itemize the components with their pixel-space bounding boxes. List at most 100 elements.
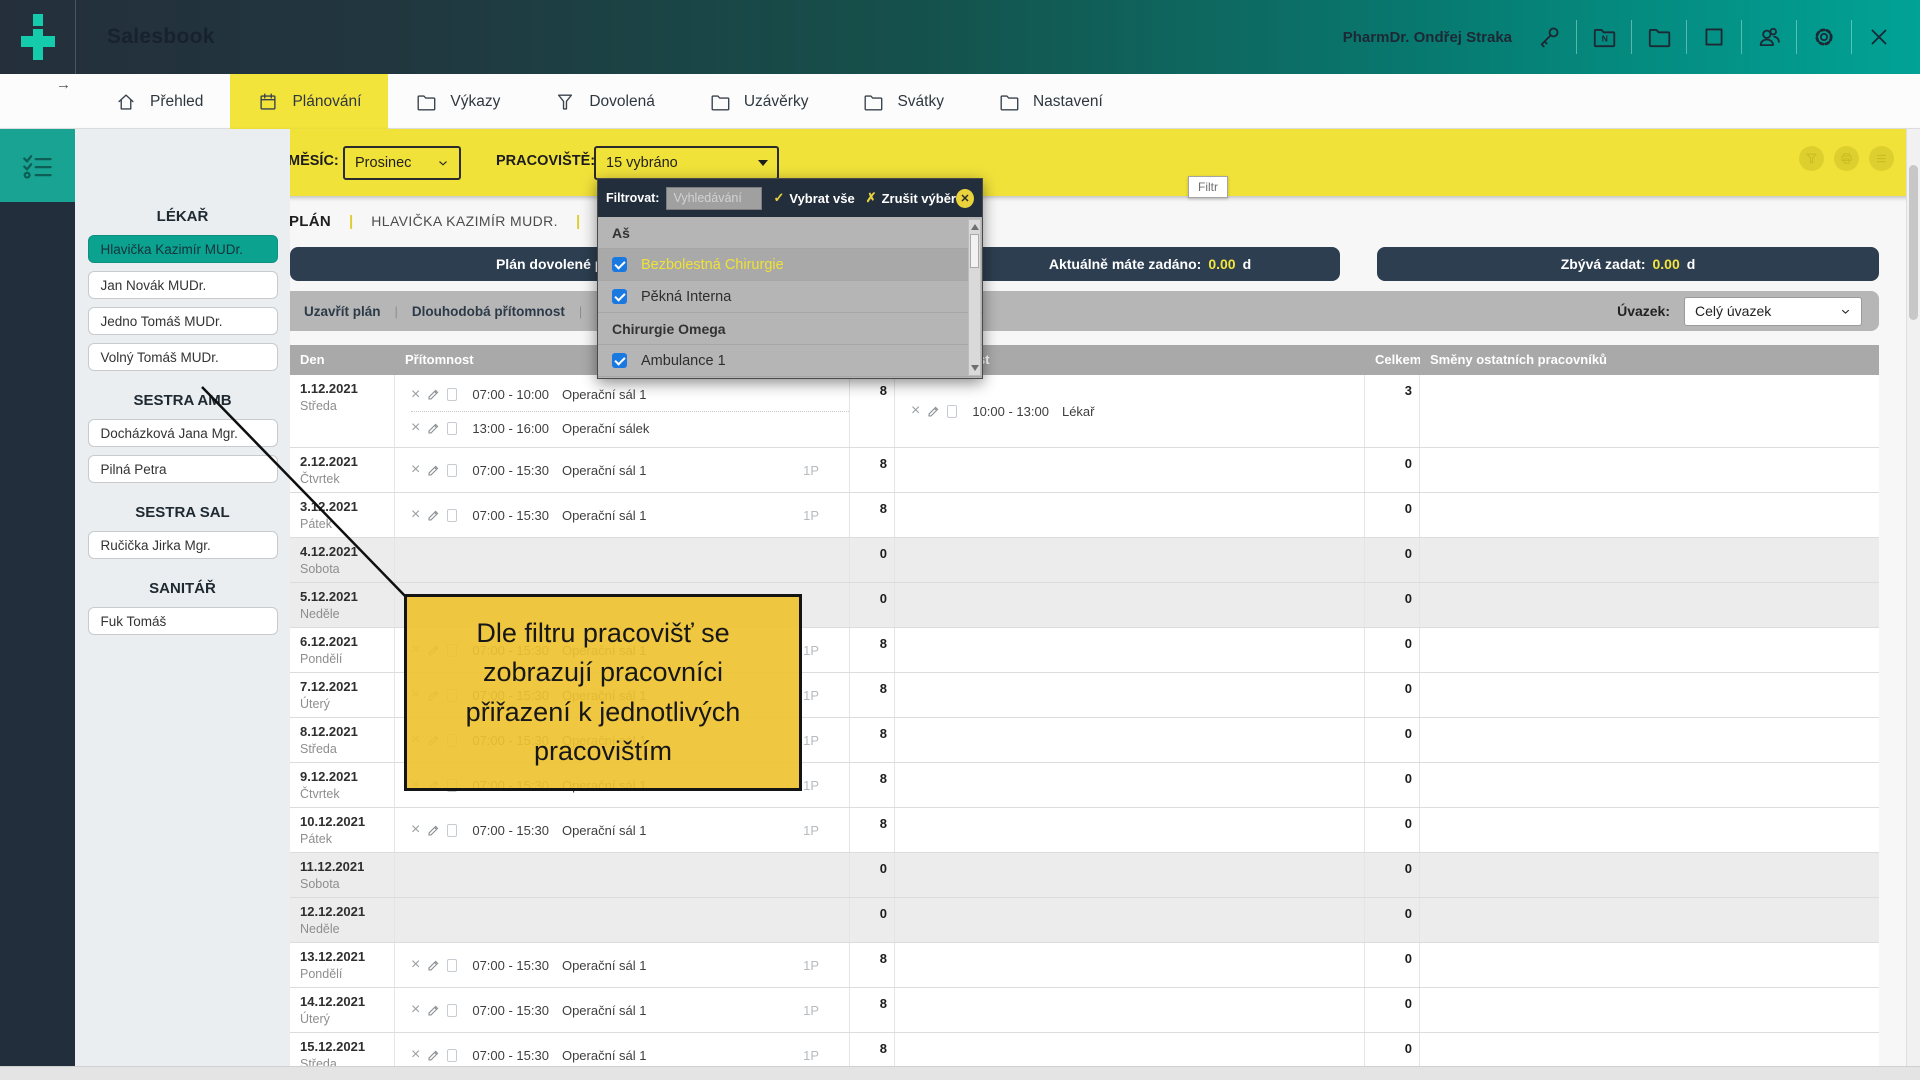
edit-entry-icon[interactable] xyxy=(427,422,440,435)
folder-icon[interactable] xyxy=(1646,24,1672,50)
copy-entry-icon[interactable] xyxy=(447,464,457,477)
tab-nastavení[interactable]: Nastavení xyxy=(971,74,1130,129)
row-dayname: Neděle xyxy=(300,607,388,621)
delete-entry-icon[interactable]: × xyxy=(411,462,420,478)
staff-button[interactable]: Hlavička Kazimír MUDr. xyxy=(88,235,278,263)
staff-button[interactable]: Pilná Petra xyxy=(88,455,278,483)
mesic-select[interactable]: Prosinec xyxy=(343,146,461,180)
dropdown-option[interactable]: Ambulance 1 xyxy=(598,345,982,377)
cell-celkem: 0 xyxy=(1365,808,1420,852)
scrollbar-thumb[interactable] xyxy=(1909,165,1918,320)
checkbox-checked-icon[interactable] xyxy=(612,353,627,368)
scroll-down-icon[interactable] xyxy=(971,365,979,371)
select-all-button[interactable]: ✓ Vybrat vše xyxy=(773,190,854,206)
staff-button[interactable]: Jan Novák MUDr. xyxy=(88,271,278,299)
cell-smeny xyxy=(1420,808,1879,852)
staff-button[interactable]: Volný Tomáš MUDr. xyxy=(88,343,278,371)
edit-entry-icon[interactable] xyxy=(427,388,440,401)
scroll-up-icon[interactable] xyxy=(971,224,979,230)
staff-group: SESTRA AMBDocházková Jana Mgr.Pilná Petr… xyxy=(75,391,290,483)
dropdown-close-button[interactable]: ✕ xyxy=(956,189,974,208)
clear-selection-button[interactable]: ✗ Zrušit výběr xyxy=(866,190,956,206)
link-uzavrit-plan[interactable]: Uzavřít plán xyxy=(304,304,381,319)
checkbox-checked-icon[interactable] xyxy=(612,257,627,272)
delete-entry-icon[interactable]: × xyxy=(411,1047,420,1063)
delete-entry-icon[interactable]: × xyxy=(411,822,420,838)
edit-entry-icon[interactable] xyxy=(427,464,440,477)
delete-entry-icon[interactable]: × xyxy=(411,387,420,403)
key-icon[interactable] xyxy=(1536,24,1562,50)
pracoviste-select[interactable]: 15 vybráno xyxy=(594,146,779,180)
vertical-scrollbar[interactable] xyxy=(1906,129,1920,1066)
dropdown-option[interactable]: Bezbolestná Chirurgie xyxy=(598,249,982,281)
edit-entry-icon[interactable] xyxy=(427,959,440,972)
cell-den: 6.12.2021Pondělí xyxy=(290,628,395,672)
checklist-toggle[interactable] xyxy=(0,129,75,202)
delete-entry-icon[interactable]: × xyxy=(411,957,420,973)
horizontal-scrollbar[interactable] xyxy=(0,1066,1920,1080)
app-logo[interactable] xyxy=(0,0,76,74)
edit-entry-icon[interactable] xyxy=(427,824,440,837)
copy-entry-icon[interactable] xyxy=(447,422,457,435)
cell-celkem: 0 xyxy=(1365,538,1420,582)
edit-entry-icon[interactable] xyxy=(427,1004,440,1017)
copy-entry-icon[interactable] xyxy=(947,405,957,418)
uvazek-select[interactable]: Celý úvazek xyxy=(1684,297,1862,326)
tab-přehled[interactable]: Přehled xyxy=(88,74,230,129)
staff-button[interactable]: Jedno Tomáš MUDr. xyxy=(88,307,278,335)
copy-entry-icon[interactable] xyxy=(447,824,457,837)
cell-presence-hours: 8 xyxy=(850,988,895,1032)
cell-nepritomnost xyxy=(895,943,1365,987)
dropdown-search-input[interactable] xyxy=(666,187,762,210)
copy-entry-icon[interactable] xyxy=(447,1049,457,1062)
uvazek-control: Úvazek: Celý úvazek xyxy=(1617,297,1879,326)
gear-icon[interactable] xyxy=(1811,24,1837,50)
shift-entry: ×13:00 - 16:00Operační sálek xyxy=(411,411,849,444)
print-button[interactable] xyxy=(1834,146,1859,171)
delete-entry-icon[interactable]: × xyxy=(411,1002,420,1018)
folder-icon xyxy=(415,91,437,113)
delete-entry-icon[interactable]: × xyxy=(911,403,920,419)
remaining-value: 0.00 xyxy=(1653,256,1680,272)
folder-n-icon[interactable]: N xyxy=(1591,24,1617,50)
dropdown-scrollbar[interactable] xyxy=(968,219,981,376)
folder-icon xyxy=(709,91,731,113)
copy-entry-icon[interactable] xyxy=(447,1004,457,1017)
tab-plánování[interactable]: Plánování xyxy=(230,74,388,129)
tab-uzávěrky[interactable]: Uzávěrky xyxy=(682,74,836,129)
close-icon[interactable] xyxy=(1866,24,1892,50)
square-icon[interactable] xyxy=(1701,24,1727,50)
checkbox-checked-icon[interactable] xyxy=(612,289,627,304)
staff-button[interactable]: Fuk Tomáš xyxy=(88,607,278,635)
cell-pritomnost xyxy=(395,898,850,942)
copy-entry-icon[interactable] xyxy=(447,388,457,401)
tab-svátky[interactable]: Svátky xyxy=(835,74,971,129)
filter-funnel-button[interactable] xyxy=(1799,146,1824,171)
users-icon[interactable] xyxy=(1756,24,1782,50)
cell-celkem: 0 xyxy=(1365,1033,1420,1066)
cell-pritomnost: ×07:00 - 15:30Operační sál 11P xyxy=(395,1033,850,1066)
cell-smeny xyxy=(1420,943,1879,987)
link-dlouhodoba-pritomnost[interactable]: Dlouhodobá přítomnost xyxy=(412,304,565,319)
copy-entry-icon[interactable] xyxy=(447,959,457,972)
copy-entry-icon[interactable] xyxy=(447,509,457,522)
delete-entry-icon[interactable]: × xyxy=(411,420,420,436)
uvazek-label: Úvazek: xyxy=(1617,303,1670,319)
edit-entry-icon[interactable] xyxy=(427,509,440,522)
staff-button[interactable]: Ručička Jirka Mgr. xyxy=(88,531,278,559)
scroll-thumb[interactable] xyxy=(970,234,979,268)
dropdown-option[interactable]: Pěkná Interna xyxy=(598,281,982,313)
back-arrow-icon[interactable]: → xyxy=(56,76,71,93)
tab-výkazy[interactable]: Výkazy xyxy=(388,74,527,129)
edit-entry-icon[interactable] xyxy=(427,1049,440,1062)
entry-time: 07:00 - 15:30 xyxy=(472,1003,549,1018)
option-label: Bezbolestná Chirurgie xyxy=(641,257,784,273)
tab-dovolená[interactable]: Dovolená xyxy=(527,74,682,129)
shift-entry: ×07:00 - 15:30Operační sál 11P xyxy=(411,988,849,1032)
delete-entry-icon[interactable]: × xyxy=(411,507,420,523)
table-row: 3.12.2021Pátek×07:00 - 15:30Operační sál… xyxy=(290,493,1879,538)
edit-entry-icon[interactable] xyxy=(927,405,940,418)
cell-celkem: 0 xyxy=(1365,493,1420,537)
menu-button[interactable] xyxy=(1869,146,1894,171)
staff-button[interactable]: Docházková Jana Mgr. xyxy=(88,419,278,447)
